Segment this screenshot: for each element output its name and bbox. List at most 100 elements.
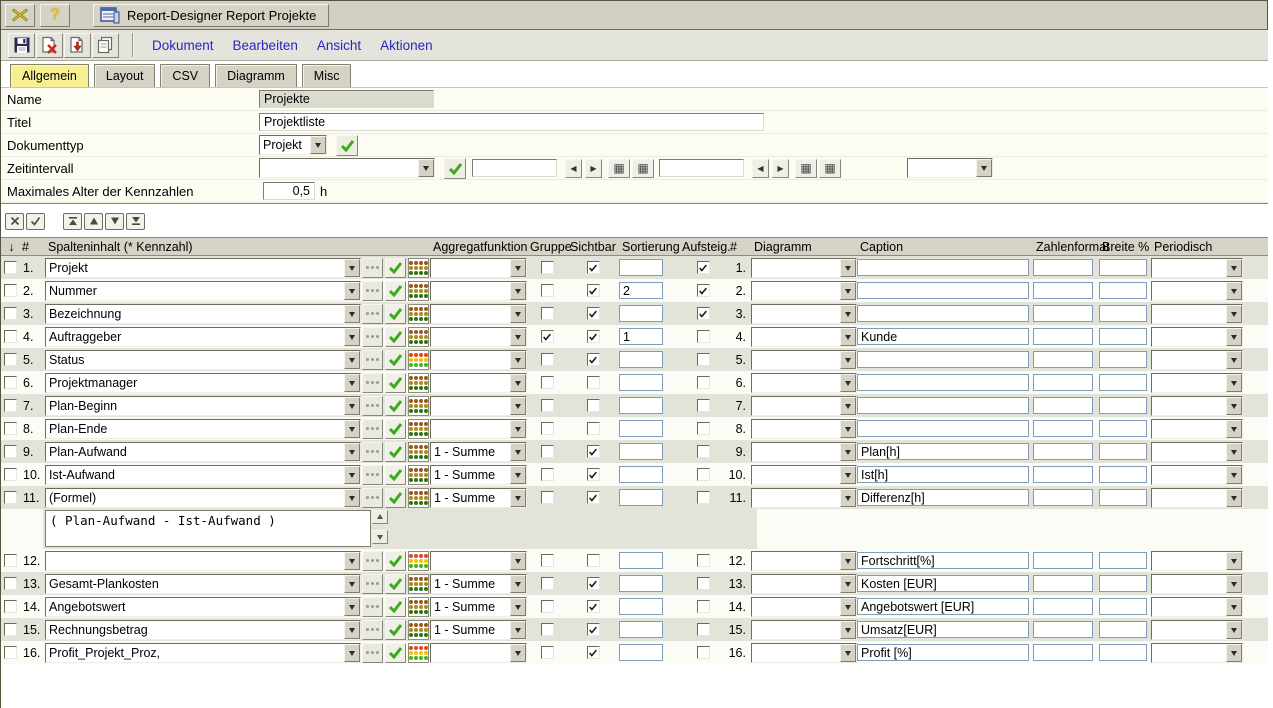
row-options-button[interactable] bbox=[362, 551, 383, 571]
delete-document-button[interactable] bbox=[36, 33, 63, 58]
date-from-calendar-button[interactable]: ▦ bbox=[608, 159, 630, 178]
move-row-first-button[interactable] bbox=[63, 213, 82, 230]
column-content-select[interactable]: Status bbox=[45, 350, 361, 370]
periodic-select[interactable] bbox=[1151, 465, 1243, 485]
diagram-select[interactable] bbox=[751, 620, 857, 640]
dropdown-button[interactable] bbox=[510, 374, 526, 392]
diagram-select[interactable] bbox=[751, 350, 857, 370]
number-format-input[interactable] bbox=[1033, 598, 1093, 615]
dropdown-button[interactable] bbox=[510, 575, 526, 593]
column-content-select[interactable]: Plan-Ende bbox=[45, 419, 361, 439]
number-format-input[interactable] bbox=[1033, 489, 1093, 506]
sort-order-input[interactable] bbox=[619, 598, 663, 615]
row-options-button[interactable] bbox=[362, 350, 383, 370]
row-select-checkbox[interactable] bbox=[4, 554, 17, 567]
dropdown-button[interactable] bbox=[1226, 328, 1242, 346]
dropdown-button[interactable] bbox=[510, 397, 526, 415]
ascending-checkbox[interactable] bbox=[697, 330, 710, 343]
dropdown-button[interactable] bbox=[510, 552, 526, 570]
save-button[interactable] bbox=[8, 33, 35, 58]
tab-diagramm[interactable]: Diagramm bbox=[215, 64, 297, 87]
row-apply-button[interactable] bbox=[385, 373, 406, 393]
dropdown-button[interactable] bbox=[344, 489, 360, 507]
caption-input[interactable] bbox=[857, 374, 1029, 391]
caption-input[interactable] bbox=[857, 575, 1029, 592]
caption-input[interactable] bbox=[857, 552, 1029, 569]
dropdown-button[interactable] bbox=[1226, 443, 1242, 461]
dropdown-button[interactable] bbox=[344, 259, 360, 277]
dropdown-button[interactable] bbox=[1226, 644, 1242, 662]
row-options-button[interactable] bbox=[362, 597, 383, 617]
dropdown-button[interactable] bbox=[510, 328, 526, 346]
diagram-select[interactable] bbox=[751, 373, 857, 393]
sort-order-input[interactable] bbox=[619, 282, 663, 299]
row-options-button[interactable] bbox=[362, 643, 383, 663]
ascending-checkbox[interactable] bbox=[697, 445, 710, 458]
dropdown-button[interactable] bbox=[1226, 598, 1242, 616]
dropdown-button[interactable] bbox=[510, 489, 526, 507]
date-from-next-button[interactable]: ▶ bbox=[585, 159, 602, 178]
dropdown-button[interactable] bbox=[344, 305, 360, 323]
periodic-select[interactable] bbox=[1151, 574, 1243, 594]
row-apply-button[interactable] bbox=[385, 488, 406, 508]
visible-checkbox[interactable] bbox=[587, 399, 600, 412]
row-options-button[interactable] bbox=[362, 258, 383, 278]
width-percent-input[interactable] bbox=[1099, 644, 1147, 661]
ascending-checkbox[interactable] bbox=[697, 577, 710, 590]
diagram-select[interactable] bbox=[751, 419, 857, 439]
aggregate-function-select[interactable] bbox=[430, 396, 527, 416]
diagram-select[interactable] bbox=[751, 327, 857, 347]
caption-input[interactable] bbox=[857, 443, 1029, 460]
number-format-input[interactable] bbox=[1033, 575, 1093, 592]
width-percent-input[interactable] bbox=[1099, 489, 1147, 506]
ascending-checkbox[interactable] bbox=[697, 491, 710, 504]
periodic-select[interactable] bbox=[1151, 419, 1243, 439]
caption-input[interactable] bbox=[857, 305, 1029, 322]
number-format-input[interactable] bbox=[1033, 259, 1093, 276]
dropdown-button[interactable] bbox=[840, 443, 856, 461]
aggregate-function-select[interactable] bbox=[430, 304, 527, 324]
row-options-button[interactable] bbox=[362, 488, 383, 508]
dropdown-button[interactable] bbox=[976, 159, 992, 177]
width-percent-input[interactable] bbox=[1099, 443, 1147, 460]
group-checkbox[interactable] bbox=[541, 307, 554, 320]
column-content-select[interactable]: (Formel) bbox=[45, 488, 361, 508]
periodic-select[interactable] bbox=[1151, 442, 1243, 462]
ascending-checkbox[interactable] bbox=[697, 554, 710, 567]
aggregate-function-select[interactable] bbox=[430, 281, 527, 301]
diagram-select[interactable] bbox=[751, 258, 857, 278]
row-select-checkbox[interactable] bbox=[4, 600, 17, 613]
diagram-select[interactable] bbox=[751, 574, 857, 594]
diagram-select[interactable] bbox=[751, 597, 857, 617]
aggregate-function-select[interactable] bbox=[430, 258, 527, 278]
aggregate-function-select[interactable]: 1 - Summe bbox=[430, 465, 527, 485]
tab-csv[interactable]: CSV bbox=[160, 64, 210, 87]
column-content-select[interactable]: Ist-Aufwand bbox=[45, 465, 361, 485]
column-content-select[interactable]: Auftraggeber bbox=[45, 327, 361, 347]
row-apply-button[interactable] bbox=[385, 350, 406, 370]
row-options-button[interactable] bbox=[362, 373, 383, 393]
number-format-input[interactable] bbox=[1033, 282, 1093, 299]
dropdown-button[interactable] bbox=[510, 305, 526, 323]
dropdown-button[interactable] bbox=[344, 644, 360, 662]
dropdown-button[interactable] bbox=[840, 420, 856, 438]
row-options-button[interactable] bbox=[362, 465, 383, 485]
dropdown-button[interactable] bbox=[344, 466, 360, 484]
zeitintervall-apply-button[interactable] bbox=[444, 158, 466, 179]
deselect-rows-button[interactable] bbox=[5, 213, 24, 230]
sort-order-input[interactable] bbox=[619, 466, 663, 483]
ascending-checkbox[interactable] bbox=[697, 261, 710, 274]
visible-checkbox[interactable] bbox=[587, 445, 600, 458]
group-checkbox[interactable] bbox=[541, 284, 554, 297]
dropdown-button[interactable] bbox=[840, 621, 856, 639]
column-content-select[interactable]: Plan-Beginn bbox=[45, 396, 361, 416]
zeitintervall-unit-select[interactable] bbox=[907, 158, 993, 178]
row-apply-button[interactable] bbox=[385, 258, 406, 278]
zeitintervall-select[interactable] bbox=[259, 158, 435, 178]
row-apply-button[interactable] bbox=[385, 281, 406, 301]
caption-input[interactable] bbox=[857, 351, 1029, 368]
ascending-checkbox[interactable] bbox=[697, 353, 710, 366]
number-format-input[interactable] bbox=[1033, 552, 1093, 569]
aggregate-function-select[interactable]: 1 - Summe bbox=[430, 620, 527, 640]
diagram-select[interactable] bbox=[751, 442, 857, 462]
